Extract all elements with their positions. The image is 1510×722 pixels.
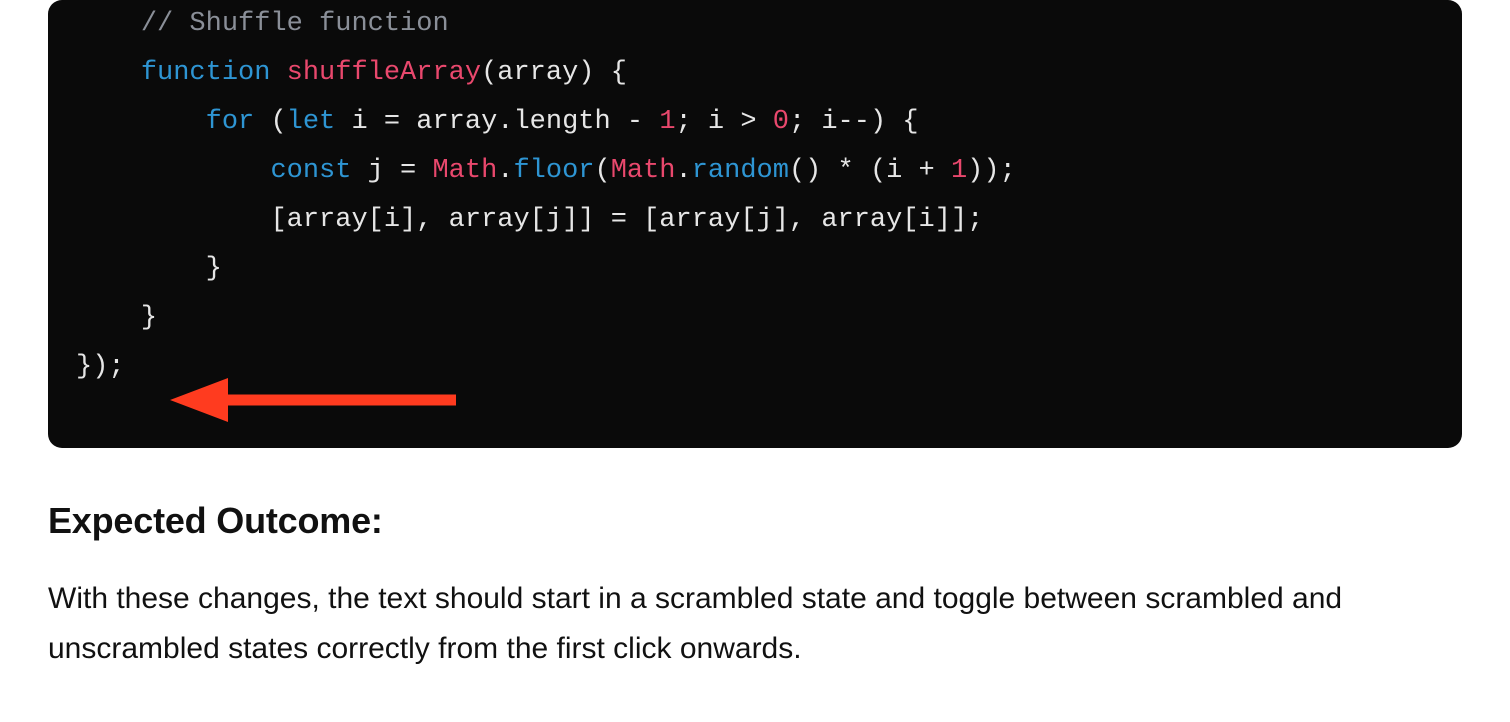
code-block: // Shuffle function function shuffleArra… [48, 0, 1462, 448]
keyword-const: const [270, 156, 351, 186]
code-text: ( [270, 107, 286, 137]
keyword-function: function [141, 58, 271, 88]
code-text: . [676, 156, 692, 186]
class-math: Math [611, 156, 676, 186]
function-name: shuffleArray [287, 58, 481, 88]
code-content: // Shuffle function function shuffleArra… [76, 0, 1434, 392]
code-text: i = array.length - [335, 107, 659, 137]
code-brace: } [141, 303, 157, 333]
code-text: (array) { [481, 58, 627, 88]
code-text: . [497, 156, 513, 186]
code-comment: // Shuffle function [141, 9, 449, 39]
number-literal: 0 [773, 107, 789, 137]
keyword-let: let [287, 107, 336, 137]
code-text: j = [351, 156, 432, 186]
section-heading: Expected Outcome: [48, 500, 1462, 542]
number-literal: 1 [951, 156, 967, 186]
number-literal: 1 [659, 107, 675, 137]
keyword-for: for [206, 107, 255, 137]
code-text: )); [967, 156, 1016, 186]
code-text: ; i--) { [789, 107, 919, 137]
class-math: Math [432, 156, 497, 186]
code-text: ; i > [676, 107, 773, 137]
code-text: ( [595, 156, 611, 186]
code-swap-line: [array[i], array[j]] = [array[j], array[… [270, 205, 983, 235]
method-random: random [692, 156, 789, 186]
code-closing: }); [76, 352, 125, 382]
section-body: With these changes, the text should star… [48, 574, 1462, 674]
document-page: // Shuffle function function shuffleArra… [0, 0, 1510, 722]
method-floor: floor [513, 156, 594, 186]
code-brace: } [206, 254, 222, 284]
code-text: () * (i + [789, 156, 951, 186]
